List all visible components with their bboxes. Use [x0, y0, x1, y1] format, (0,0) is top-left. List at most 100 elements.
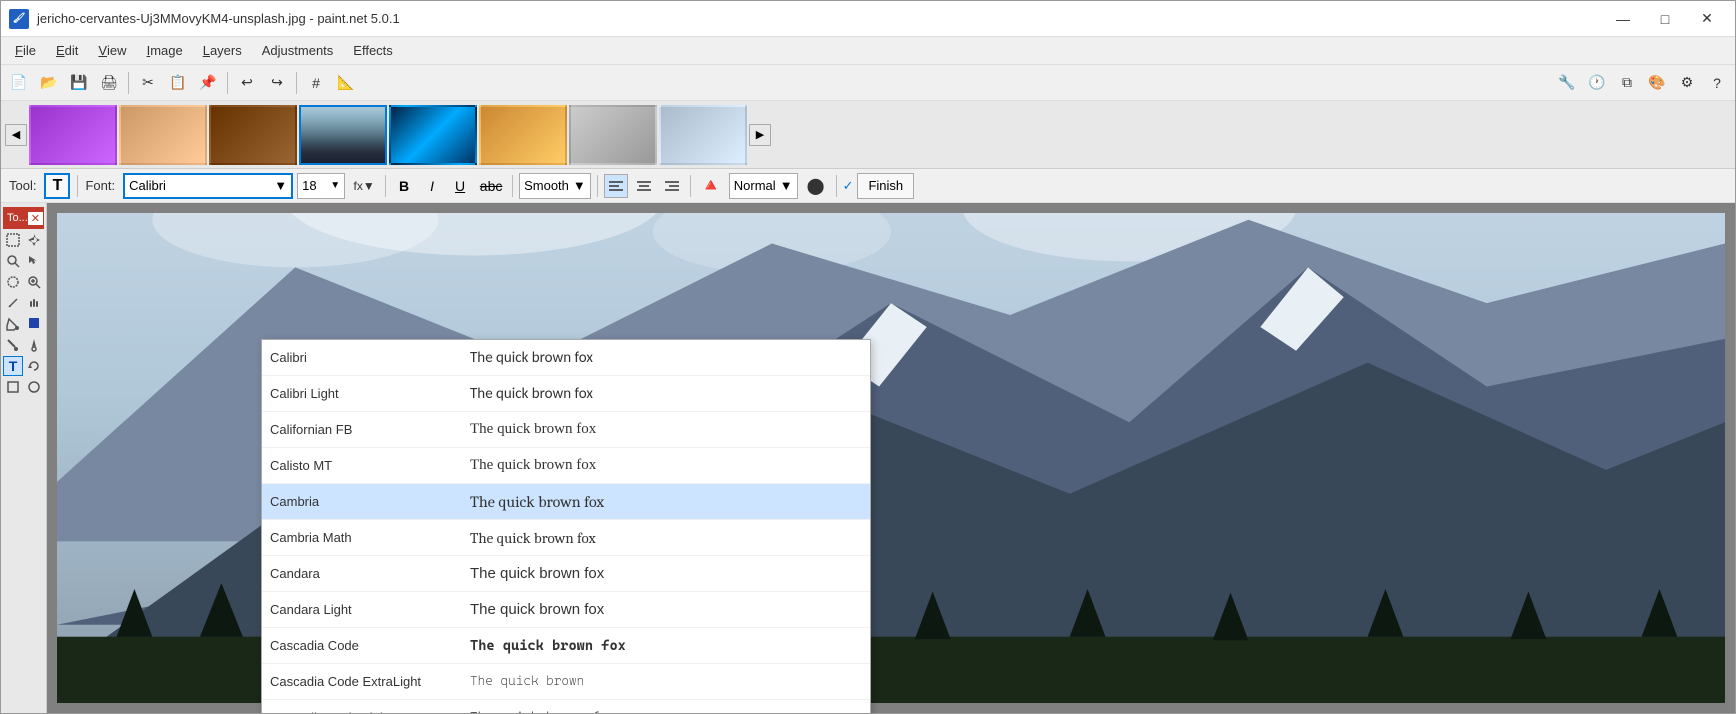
- font-row-calisto-mt[interactable]: Calisto MTThe quick brown fox: [262, 448, 870, 484]
- menu-file[interactable]: File: [5, 39, 46, 63]
- new-button[interactable]: 📄: [5, 70, 33, 96]
- save-button[interactable]: 💾: [65, 70, 93, 96]
- thumbnail-2[interactable]: [119, 105, 207, 165]
- canvas-container[interactable]: CalibriThe quick brown foxCalibri LightT…: [47, 203, 1735, 713]
- checkmark-icon: ✓: [843, 178, 854, 194]
- strikethrough-button[interactable]: abc: [476, 174, 506, 198]
- font-row-cambria-math[interactable]: Cambria MathThe quick brown fox: [262, 520, 870, 556]
- thumbnail-7[interactable]: [569, 105, 657, 165]
- smooth-label: Smooth: [524, 178, 569, 193]
- menu-layers[interactable]: Layers: [193, 39, 252, 63]
- undo-button[interactable]: ↩: [233, 70, 261, 96]
- smooth-arrow: ▼: [573, 178, 586, 193]
- thumb-nav-left[interactable]: ◀: [5, 124, 27, 146]
- font-row-californian-fb[interactable]: Californian FBThe quick brown fox: [262, 412, 870, 448]
- tool-row-1: [3, 230, 44, 250]
- window-controls: — □ ✕: [1603, 5, 1727, 33]
- ruler-button[interactable]: 📐: [332, 70, 360, 96]
- font-row-cascadia-code-extralight[interactable]: Cascadia Code ExtraLightThe quick brown: [262, 664, 870, 700]
- font-name: Candara: [270, 566, 470, 581]
- blend-mode-button[interactable]: ⬤: [802, 173, 830, 199]
- tool-zoom[interactable]: [3, 251, 23, 271]
- thumbnail-5[interactable]: [389, 105, 477, 165]
- tool-pan[interactable]: [24, 293, 44, 313]
- anti-alias-button[interactable]: 🔺: [697, 173, 725, 199]
- paste-button[interactable]: 📌: [194, 70, 222, 96]
- menu-image[interactable]: Image: [137, 39, 193, 63]
- app-icon: 🖌: [9, 9, 29, 29]
- font-row-calibri-light[interactable]: Calibri LightThe quick brown fox: [262, 376, 870, 412]
- align-left-button[interactable]: [604, 174, 628, 198]
- toolbox-close[interactable]: ✕: [28, 212, 43, 225]
- opt-sep1: [77, 175, 78, 197]
- font-row-cascadia-code[interactable]: Cascadia CodeThe quick brown fox: [262, 628, 870, 664]
- thumbnail-8[interactable]: [659, 105, 747, 165]
- bold-button[interactable]: B: [392, 174, 416, 198]
- font-list[interactable]: CalibriThe quick brown foxCalibri LightT…: [262, 340, 870, 713]
- tool-icon[interactable]: T: [44, 173, 70, 199]
- function-btn[interactable]: fx▼: [349, 173, 379, 199]
- tool-text[interactable]: T: [3, 356, 23, 376]
- menu-edit[interactable]: Edit: [46, 39, 88, 63]
- maximize-button[interactable]: □: [1645, 5, 1685, 33]
- tool-brush[interactable]: [3, 335, 23, 355]
- font-row-candara-light[interactable]: Candara LightThe quick brown fox: [262, 592, 870, 628]
- settings-button[interactable]: ⚙: [1673, 70, 1701, 96]
- font-row-cambria[interactable]: CambriaThe quick brown fox: [262, 484, 870, 520]
- tool-zoom-in[interactable]: [24, 272, 44, 292]
- cut-button[interactable]: ✂: [134, 70, 162, 96]
- tool-fill[interactable]: [3, 314, 23, 334]
- font-preview: The quick brown fox: [470, 457, 862, 474]
- thumb-nav-right[interactable]: ▶: [749, 124, 771, 146]
- font-row-calibri[interactable]: CalibriThe quick brown fox: [262, 340, 870, 376]
- menu-view[interactable]: View: [88, 39, 136, 63]
- thumbnail-4[interactable]: [299, 105, 387, 165]
- colors-button[interactable]: 🎨: [1643, 70, 1671, 96]
- minimize-button[interactable]: —: [1603, 5, 1643, 33]
- tool-ellipse[interactable]: [24, 377, 44, 397]
- finish-button[interactable]: Finish: [857, 173, 914, 199]
- tool-rect-select[interactable]: [3, 230, 23, 250]
- copy-button[interactable]: 📋: [164, 70, 192, 96]
- font-label: Font:: [85, 178, 115, 193]
- sep1: [128, 72, 129, 94]
- thumbnail-6[interactable]: [479, 105, 567, 165]
- tool-rotate[interactable]: [24, 356, 44, 376]
- font-name: Cambria Math: [270, 530, 470, 545]
- close-button[interactable]: ✕: [1687, 5, 1727, 33]
- font-name: Calibri Light: [270, 386, 470, 401]
- redo-button[interactable]: ↪: [263, 70, 291, 96]
- print-button[interactable]: 🖨: [95, 70, 123, 96]
- help-button[interactable]: ?: [1703, 70, 1731, 96]
- font-row-cascadia-code-light[interactable]: Cascadia Code LightThe quick brown fo: [262, 700, 870, 713]
- tools-button[interactable]: 🔧: [1553, 70, 1581, 96]
- tool-row-3: [3, 272, 44, 292]
- thumbnail-3[interactable]: [209, 105, 297, 165]
- font-row-candara[interactable]: CandaraThe quick brown fox: [262, 556, 870, 592]
- normal-dropdown[interactable]: Normal ▼: [729, 173, 798, 199]
- tool-ellipse-select[interactable]: [3, 272, 23, 292]
- font-name: Californian FB: [270, 422, 470, 437]
- history-button[interactable]: 🕐: [1583, 70, 1611, 96]
- italic-button[interactable]: I: [420, 174, 444, 198]
- font-size-dropdown[interactable]: 18 ▼: [297, 173, 345, 199]
- opt-sep4: [597, 175, 598, 197]
- thumbnail-1[interactable]: [29, 105, 117, 165]
- grid-button[interactable]: #: [302, 70, 330, 96]
- menu-effects[interactable]: Effects: [343, 39, 403, 63]
- underline-button[interactable]: U: [448, 174, 472, 198]
- align-right-button[interactable]: [660, 174, 684, 198]
- font-dropdown[interactable]: Calibri ▼: [123, 173, 293, 199]
- tool-pencil[interactable]: [3, 293, 23, 313]
- menu-adjustments[interactable]: Adjustments: [252, 39, 344, 63]
- tool-select-move[interactable]: [24, 251, 44, 271]
- tool-color-picker[interactable]: [24, 335, 44, 355]
- layers-button[interactable]: ⧉: [1613, 70, 1641, 96]
- tool-shape[interactable]: [3, 377, 23, 397]
- align-center-button[interactable]: [632, 174, 656, 198]
- smooth-dropdown[interactable]: Smooth ▼: [519, 173, 591, 199]
- open-button[interactable]: 📂: [35, 70, 63, 96]
- toolbox-header[interactable]: To... ✕: [3, 207, 44, 229]
- tool-color-swatch[interactable]: [24, 314, 44, 334]
- tool-move[interactable]: [24, 230, 44, 250]
